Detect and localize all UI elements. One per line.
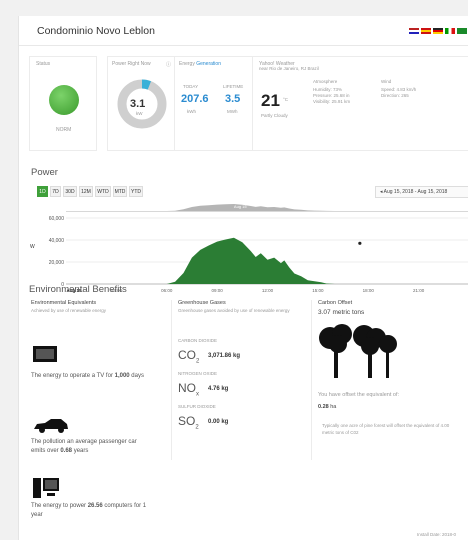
flag-br-icon[interactable] <box>457 28 467 34</box>
x-tick-label: 15:00 <box>312 288 324 293</box>
power-now-unit: kW <box>136 111 143 116</box>
flag-de-icon[interactable] <box>433 28 443 34</box>
x-tick-label: 09:00 <box>211 288 223 293</box>
eq-title: Environmental Equivalents <box>31 300 97 306</box>
status-panel: Status NORM <box>29 56 97 151</box>
power-area-series[interactable] <box>166 237 335 284</box>
offset-title: Carbon Offset <box>318 300 353 306</box>
no2-value: 4.76 kg <box>208 386 229 392</box>
lifetime-value: 3.5 <box>225 93 241 105</box>
x-tick-label: 06:00 <box>161 288 173 293</box>
greenhouse-column: Greenhouse Gases Greenhouse gases avoide… <box>171 300 311 460</box>
power-now-value: 3.1 <box>130 98 146 110</box>
site-header: Condominio Novo Leblon <box>19 16 468 46</box>
today-label: TODAY <box>183 84 199 89</box>
period-button-mtd[interactable]: MTD <box>113 186 127 197</box>
env-title: Environmental Benefits <box>29 284 127 295</box>
visibility: Visibility: 25.91 km <box>313 99 351 104</box>
period-button-12m[interactable]: 12M <box>79 186 93 197</box>
weather-unit: °C <box>283 97 289 102</box>
trees-icon <box>319 324 397 378</box>
period-button-7d[interactable]: 7D <box>50 186 61 197</box>
gas-title: Greenhouse Gases <box>178 300 226 306</box>
so2-formula: SO2 <box>178 414 199 431</box>
period-button-ytd[interactable]: YTD <box>129 186 143 197</box>
status-indicator <box>49 85 79 115</box>
tv-icon <box>33 346 57 362</box>
dashboard-page: Condominio Novo Leblon Status NORM Power… <box>18 16 468 540</box>
weather-condition: Partly Cloudy <box>261 113 288 118</box>
x-tick-label: 12:00 <box>262 288 274 293</box>
install-date: Install Date: 2018-0 <box>417 532 457 537</box>
x-tick-label: 18:00 <box>363 288 375 293</box>
site-title: Condominio Novo Leblon <box>37 25 155 37</box>
y-axis-label: W <box>30 244 35 250</box>
power-now-panel: Power Right Now ⓘ 3.1 kW <box>107 56 175 151</box>
today-value: 207.6 <box>181 93 209 105</box>
offset-note: Typically one acre of pine forest will o… <box>322 423 450 435</box>
status-label: Status <box>36 61 51 67</box>
flag-it-icon[interactable] <box>445 28 455 34</box>
weather-panel: Yahoo! Weather near Rio de Janeiro, RJ B… <box>253 56 468 151</box>
navigator-label: Aug 15 <box>234 204 247 209</box>
eq-subtitle: Achieved by use of renewable energy <box>31 308 107 313</box>
period-button-30d[interactable]: 30D <box>63 186 77 197</box>
navigator-area[interactable] <box>166 204 335 211</box>
lifetime-label: LIFETIME <box>223 84 244 89</box>
offset-area: 0.28 ha <box>318 404 337 410</box>
x-tick-label: 21:00 <box>413 288 425 293</box>
no2-label: NITROGEN OXIDE <box>178 371 218 376</box>
period-button-1d[interactable]: 1D <box>37 186 48 197</box>
flag-es-icon[interactable] <box>421 28 431 34</box>
computer-icon <box>33 478 59 498</box>
computer-equivalent: The energy to power 26.56 computers for … <box>31 503 147 518</box>
y-tick-label: 40,000 <box>49 238 65 244</box>
no2-formula: NOx <box>178 381 199 398</box>
atmosphere-label: Atmosphere <box>313 79 338 84</box>
offset-value: 3.07 metric tons <box>318 309 365 316</box>
weather-temp: 21 <box>261 91 280 110</box>
power-now-label: Power Right Now <box>112 61 151 67</box>
y-tick-label: 60,000 <box>49 216 65 222</box>
wind-label: Wind <box>381 79 392 84</box>
co2-label: CARBON DIOXIDE <box>178 338 218 343</box>
power-title: Power <box>31 167 58 178</box>
today-unit: kWh <box>187 109 196 114</box>
power-chart: Aug 15 60,00040,00020,0000 Aug 15 03:00 06… <box>30 204 468 293</box>
so2-label: SULFUR DIOXIDE <box>178 404 216 409</box>
info-icon[interactable]: ⓘ <box>166 61 171 68</box>
date-range-text: Aug 15, 2018 - Aug 15, 2018 <box>383 189 448 195</box>
so2-value: 0.00 kg <box>208 419 229 425</box>
co2-value: 3,071.86 kg <box>208 353 241 359</box>
tv-equivalent: The energy to operate a TV for 1,000 day… <box>31 373 144 379</box>
calendar-icon: ◂ <box>380 189 383 195</box>
carbon-offset-column: Carbon Offset 3.07 metric tons You have … <box>311 300 461 460</box>
period-button-wtd[interactable]: WTD <box>95 186 111 197</box>
language-flags <box>409 28 467 34</box>
energy-generation-link[interactable]: Generation <box>196 61 221 67</box>
y-tick-label: 20,000 <box>49 260 65 266</box>
co2-formula: CO2 <box>178 348 200 365</box>
lifetime-unit: MWh <box>227 109 238 114</box>
data-point[interactable] <box>358 241 362 245</box>
status-value: NORM <box>56 127 72 133</box>
energy-label: Energy Generation <box>179 61 221 67</box>
car-equivalent: The pollution an average passenger car e… <box>31 439 137 454</box>
wind-direction: Direction: 265 <box>381 93 409 98</box>
flag-us-icon[interactable] <box>409 28 419 34</box>
energy-panel: Energy Generation TODAY 207.6 kWh LIFETI… <box>175 56 253 151</box>
offset-text: You have offset the equivalent of: <box>318 392 400 398</box>
y-axis-ticks: 60,00040,00020,0000 <box>49 216 65 288</box>
weather-location: near Rio de Janeiro, RJ Brazil <box>259 66 319 71</box>
car-icon <box>34 419 68 433</box>
gas-subtitle: Greenhouse gases avoided by use of renew… <box>178 308 290 313</box>
